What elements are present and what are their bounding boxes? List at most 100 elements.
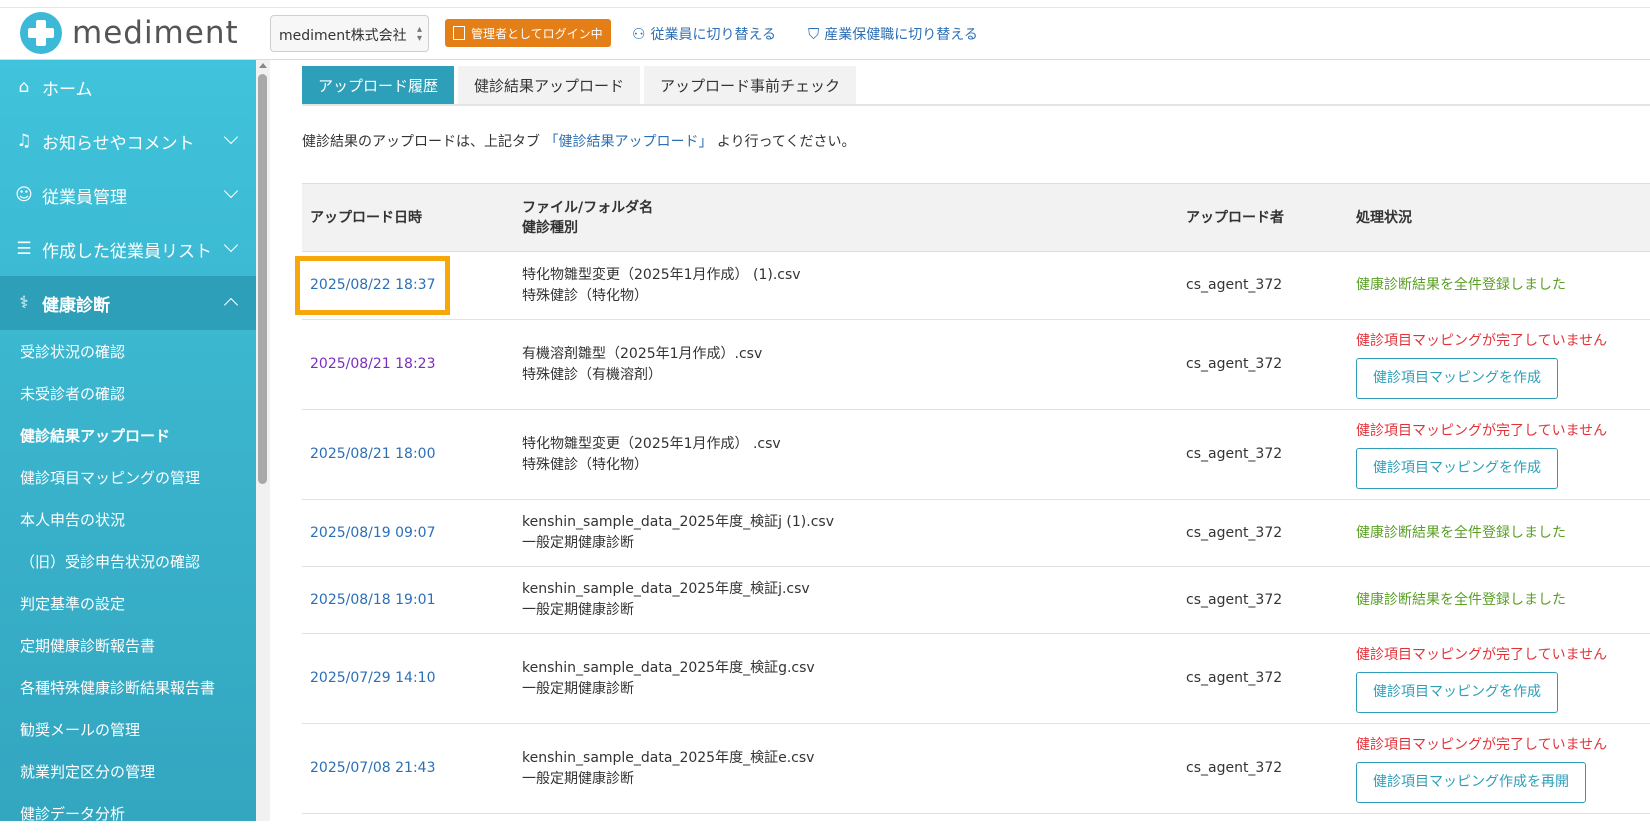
cell-datetime: 2025/08/18 19:01 <box>302 566 514 634</box>
tab-upload-history[interactable]: アップロード履歴 <box>302 66 455 104</box>
home-icon: ⌂ <box>18 77 30 97</box>
checkup-type: 特殊健診（有機溶剤） <box>522 366 662 383</box>
tab-pre-check[interactable]: アップロード事前チェック <box>644 66 857 104</box>
chevron-up-icon <box>223 297 239 313</box>
cell-status: 健診項目マッピングが完了していません健診項目マッピングを作成 <box>1348 409 1650 500</box>
status-text: 健診項目マッピングが完了していません <box>1356 422 1608 439</box>
switch-to-health-staff-link[interactable]: ⛉ 産業保健職に切り替える <box>808 24 978 44</box>
cell-status: 健診項目マッピングが完了していません健診項目マッピング作成を再開 <box>1348 723 1650 814</box>
sidebar-subitem[interactable]: 受診状況の確認 <box>0 330 256 372</box>
create-mapping-button[interactable]: 健診項目マッピングを作成 <box>1356 671 1558 713</box>
cell-status: 健康診断結果を全件登録しました <box>1348 499 1650 567</box>
table-row: 2025/08/22 18:37 特化物雛型変更（2025年1月作成） (1).c… <box>302 251 1650 320</box>
sidebar-subitem[interactable]: 定期健康診断報告書 <box>0 624 256 666</box>
cell-uploader: cs_agent_372 <box>1178 566 1348 634</box>
coat-icon: ⛉ <box>808 25 820 43</box>
chevron-down-icon <box>223 237 239 253</box>
datetime-link[interactable]: 2025/08/21 18:00 <box>310 446 436 462</box>
status-text: 健康診断結果を全件登録しました <box>1356 277 1566 293</box>
cell-uploader: cs_agent_372 <box>1178 319 1348 410</box>
datetime-link[interactable]: 2025/08/19 09:07 <box>310 525 436 541</box>
tab-divider <box>302 104 1650 106</box>
sidebar-item-label: 健康診断 <box>42 295 110 316</box>
header: mediment mediment株式会社 ▴ ▾ 管理者としてログイン中 ⚇ 従業… <box>0 8 1650 60</box>
sidebar-item-health-checkup[interactable]: ⚕ 健康診断 <box>0 276 256 330</box>
highlight-box <box>295 256 450 315</box>
chevron-down-icon <box>223 129 239 145</box>
header-datetime: アップロード日時 <box>310 209 422 226</box>
cell-uploader: cs_agent_372 <box>1178 251 1348 320</box>
create-mapping-button[interactable]: 健診項目マッピングを作成 <box>1356 447 1558 489</box>
create-mapping-button[interactable]: 健診項目マッピングを作成 <box>1356 357 1558 399</box>
datetime-link[interactable]: 2025/08/18 19:01 <box>310 592 436 608</box>
datetime-link[interactable]: 2025/07/08 21:43 <box>310 760 436 776</box>
sidebar-subitem[interactable]: （旧）受診申告状況の確認 <box>0 540 256 582</box>
cell-datetime: 2025/08/21 18:00 <box>302 409 514 500</box>
header-status: 処理状況 <box>1356 209 1412 226</box>
switch-employee-label: 従業員に切り替える <box>650 27 777 43</box>
building-icon <box>453 26 465 40</box>
checkup-type: 特殊健診（特化物） <box>522 456 648 473</box>
status-text: 健診項目マッピングが完了していません <box>1356 332 1608 349</box>
table-row: 2025/08/21 18:23 有機溶剤雛型（2025年1月作成）.csv 特殊健… <box>302 319 1650 410</box>
status-text: 健康診断結果を全件登録しました <box>1356 524 1566 541</box>
cell-file: 有機溶剤雛型（2025年1月作成）.csv 特殊健診（有機溶剤） <box>514 319 1178 410</box>
checkup-type: 一般定期健康診断 <box>522 602 634 618</box>
switch-health-staff-label: 産業保健職に切り替える <box>824 27 978 43</box>
datetime-link[interactable]: 2025/07/29 14:10 <box>310 670 436 686</box>
tab-result-upload[interactable]: 健診結果アップロード <box>458 66 641 104</box>
file-name: kenshin_sample_data_2025年度_検証e.csv <box>522 749 815 766</box>
upload-tab-link[interactable]: 「健診結果アップロード」 <box>544 134 712 150</box>
sidebar-subitem[interactable]: 未受診者の確認 <box>0 372 256 414</box>
top-strip <box>0 0 1650 8</box>
stethoscope-icon: ⚕ <box>19 293 29 313</box>
sidebar-subitem-current[interactable]: 健診結果アップロード <box>0 414 256 456</box>
checkup-type: 一般定期健康診断 <box>522 770 634 787</box>
sidebar-subitem[interactable]: 就業判定区分の管理 <box>0 750 256 792</box>
checkup-type: 一般定期健康診断 <box>522 680 634 697</box>
sidebar-subitem[interactable]: 判定基準の設定 <box>0 582 256 624</box>
cell-status: 健診項目マッピングが完了していません 健診項目マッピングを作成 <box>1348 633 1650 724</box>
user-list-icon: ☰ <box>16 239 32 259</box>
checkup-type: 一般定期健康診断 <box>522 535 634 551</box>
cell-uploader: cs_agent_372 <box>1178 633 1348 724</box>
people-icon: ☺ <box>15 185 33 205</box>
sidebar-subitem[interactable]: 健診項目マッピングの管理 <box>0 456 256 498</box>
sidebar-scrollbar-thumb[interactable] <box>258 74 267 484</box>
logo[interactable]: mediment <box>20 12 239 54</box>
sidebar-item-notices[interactable]: ♫ お知らせやコメント <box>0 114 256 168</box>
status-text: 健診項目マッピングが完了していません <box>1356 736 1608 753</box>
header-file: ファイル/フォルダ名 <box>522 199 654 216</box>
checkup-type: 特殊健診（特化物） <box>522 287 648 304</box>
cell-uploader: cs_agent_372 <box>1178 409 1348 500</box>
file-name: kenshin_sample_data_2025年度_検証j.csv <box>522 581 810 597</box>
cell-file: 特化物雛型変更（2025年1月作成） .csv 特殊健診（特化物） <box>514 409 1178 500</box>
sidebar-subitem[interactable]: 勧奨メールの管理 <box>0 708 256 750</box>
table-row: 2025/08/21 18:00 特化物雛型変更（2025年1月作成） .csv 特… <box>302 409 1650 500</box>
logo-cross-icon <box>20 12 62 54</box>
sidebar-item-home[interactable]: ⌂ ホーム <box>0 60 256 114</box>
table-row: 2025/07/08 21:43 kenshin_sample_data_2025… <box>302 723 1650 814</box>
cell-file: kenshin_sample_data_2025年度_検証e.csv 一般定期健康… <box>514 723 1178 814</box>
tab-bar: アップロード履歴 健診結果アップロード アップロード事前チェック <box>302 66 860 104</box>
header-file-type: ファイル/フォルダ名 健診種別 <box>514 184 1178 252</box>
sidebar-subitem[interactable]: 各種特殊健康診断結果報告書 <box>0 666 256 708</box>
sidebar-subitem[interactable]: 健診データ分析 <box>0 792 256 834</box>
logo-text: mediment <box>72 15 239 51</box>
sidebar-subitem[interactable]: 本人申告の状況 <box>0 498 256 540</box>
sidebar-item-employee-lists[interactable]: ☰ 作成した従業員リスト <box>0 222 256 276</box>
switch-to-employee-link[interactable]: ⚇ 従業員に切り替える <box>632 24 776 44</box>
file-name: kenshin_sample_data_2025年度_検証j (1).csv <box>522 514 834 530</box>
sidebar-item-employees[interactable]: ☺ 従業員管理 <box>0 168 256 222</box>
table-row: 2025/07/29 14:10 kenshin_sample_data_2025… <box>302 633 1650 724</box>
cell-file: kenshin_sample_data_2025年度_検証g.csv 一般定期健康… <box>514 633 1178 724</box>
status-text: 健康診断結果を全件登録しました <box>1356 591 1566 608</box>
company-select[interactable]: mediment株式会社 ▴ ▾ <box>270 15 429 52</box>
datetime-link[interactable]: 2025/08/21 18:23 <box>310 356 436 372</box>
scroll-up-arrow-icon[interactable] <box>259 63 267 68</box>
create-mapping-button[interactable]: 健診項目マッピング作成を再開 <box>1356 761 1586 803</box>
cell-datetime: 2025/07/08 21:43 <box>302 723 514 814</box>
cell-status: 健康診断結果を全件登録しました <box>1348 566 1650 634</box>
select-arrows-icon: ▴ ▾ <box>416 24 422 44</box>
cell-file: 特化物雛型変更（2025年1月作成） (1).csv 特殊健診（特化物） <box>514 251 1178 320</box>
